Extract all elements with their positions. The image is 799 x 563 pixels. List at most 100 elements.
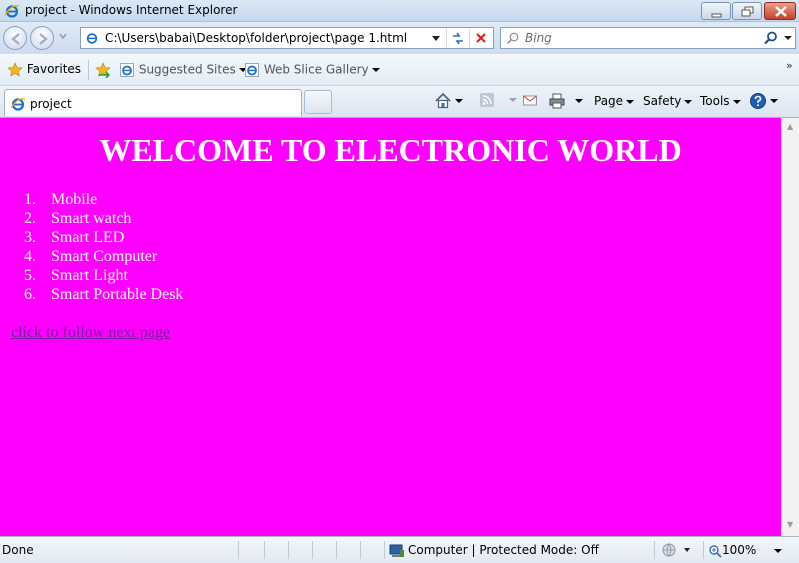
- navigation-bar: C:\Users\babai\Desktop\folder\project\pa…: [0, 22, 799, 54]
- tab-label: project: [30, 97, 72, 111]
- home-button[interactable]: [434, 92, 463, 112]
- list-item: 1. Mobile: [24, 190, 183, 209]
- list-item-number: 6.: [24, 286, 36, 303]
- list-item: 6. Smart Portable Desk: [24, 285, 183, 304]
- chevron-down-icon: [575, 99, 583, 103]
- security-zone[interactable]: Computer | Protected Mode: Off: [389, 543, 599, 558]
- chevron-down-icon: [684, 99, 693, 104]
- chevron-down-icon: [770, 99, 778, 103]
- protected-mode-button[interactable]: [660, 542, 694, 561]
- suggested-sites-label: Suggested Sites: [138, 62, 236, 77]
- suggested-sites-button[interactable]: Suggested Sites: [119, 62, 247, 78]
- printer-icon: [549, 93, 565, 109]
- status-divider: [703, 541, 704, 559]
- address-url[interactable]: C:\Users\babai\Desktop\folder\project\pa…: [105, 31, 407, 45]
- status-divider: [384, 541, 385, 559]
- list-item-label: Smart Portable Desk: [51, 286, 184, 303]
- zoom-level: 100%: [722, 543, 757, 557]
- minimize-icon: [711, 13, 722, 18]
- list-item-label: Smart LED: [51, 229, 125, 246]
- back-button[interactable]: [3, 26, 27, 50]
- back-arrow-icon: [11, 33, 20, 45]
- search-provider-icon: [507, 32, 519, 44]
- status-divider: [264, 541, 265, 559]
- list-item: 2. Smart watch: [24, 209, 183, 228]
- help-icon: [750, 93, 766, 109]
- globe-settings-icon: [662, 543, 690, 557]
- list-item: 4. Smart Computer: [24, 247, 183, 266]
- print-button[interactable]: [548, 92, 583, 112]
- tools-menu[interactable]: Tools: [700, 94, 741, 114]
- forward-arrow-icon: [39, 33, 48, 45]
- favorites-button[interactable]: Favorites: [7, 62, 81, 77]
- product-list: 1. Mobile 2. Smart watch 3. Smart LED 4. Sma…: [24, 190, 183, 304]
- safety-menu-label: Safety: [643, 94, 682, 108]
- security-zone-label: Computer | Protected Mode: Off: [408, 543, 599, 557]
- tab-project[interactable]: project: [4, 89, 302, 116]
- list-item-label: Smart Light: [51, 267, 128, 284]
- vertical-scrollbar[interactable]: ▲ ▼: [781, 118, 799, 536]
- search-input[interactable]: Bing: [500, 27, 796, 49]
- add-favorite-icon: [95, 62, 111, 78]
- search-options-dropdown-icon[interactable]: [783, 33, 793, 43]
- new-tab-button[interactable]: [304, 90, 332, 114]
- address-dropdown-icon[interactable]: [430, 32, 442, 44]
- favorites-label: Favorites: [26, 62, 82, 76]
- chevron-down-icon: [371, 68, 380, 72]
- list-item-number: 5.: [24, 267, 36, 284]
- zoom-control[interactable]: 100%: [708, 543, 783, 558]
- status-divider: [288, 541, 289, 559]
- minimize-button[interactable]: [701, 2, 731, 20]
- list-item: 5. Smart Light: [24, 266, 183, 285]
- more-chevron-icon[interactable]: »: [786, 59, 793, 72]
- rss-feed-icon: [480, 93, 494, 107]
- feeds-button[interactable]: [479, 92, 517, 112]
- page-icon: [86, 33, 98, 44]
- page-menu-label: Page: [594, 94, 624, 108]
- status-divider: [360, 541, 361, 559]
- safety-menu[interactable]: Safety: [643, 94, 693, 114]
- close-window-button[interactable]: [764, 2, 796, 20]
- refresh-button[interactable]: [446, 29, 468, 48]
- forward-button[interactable]: [30, 26, 54, 50]
- search-placeholder: Bing: [525, 31, 552, 45]
- status-divider: [654, 541, 655, 559]
- tab-and-command-bar: project Page Safety Tools: [0, 86, 799, 118]
- read-mail-button[interactable]: [522, 92, 538, 112]
- list-item-label: Mobile: [51, 191, 98, 208]
- next-page-link[interactable]: click to follow next page: [11, 324, 170, 342]
- tools-menu-label: Tools: [700, 94, 730, 108]
- list-item-number: 3.: [24, 229, 36, 246]
- status-divider: [312, 541, 313, 559]
- list-item-label: Smart Computer: [51, 248, 158, 265]
- favorites-divider: [88, 60, 89, 80]
- status-divider: [336, 541, 337, 559]
- list-item-number: 2.: [24, 210, 36, 227]
- recent-pages-dropdown-icon[interactable]: [58, 31, 68, 41]
- close-icon: [775, 6, 787, 17]
- ie-page-icon: [10, 98, 26, 111]
- stop-icon: [476, 33, 486, 43]
- list-item-number: 1.: [24, 191, 36, 208]
- maximize-button[interactable]: [732, 2, 762, 20]
- favorites-star-icon: [7, 62, 23, 77]
- chevron-down-icon: [732, 99, 741, 104]
- search-icon[interactable]: [763, 30, 779, 46]
- stop-button[interactable]: [469, 29, 491, 48]
- page-content: WELCOME TO ELECTRONIC WORLD 1. Mobile 2. S…: [0, 118, 781, 536]
- page-menu[interactable]: Page: [594, 94, 635, 114]
- chevron-down-icon: [509, 98, 517, 102]
- web-slice-gallery-button[interactable]: Web Slice Gallery: [244, 62, 380, 78]
- status-divider: [238, 541, 239, 559]
- list-item-label: Smart watch: [51, 210, 132, 227]
- refresh-icon: [453, 32, 463, 45]
- scroll-down-arrow-icon[interactable]: ▼: [787, 520, 793, 529]
- list-item-number: 4.: [24, 248, 36, 265]
- page-heading: WELCOME TO ELECTRONIC WORLD: [99, 132, 682, 168]
- help-button[interactable]: [749, 92, 778, 112]
- add-to-favorites-bar-button[interactable]: [95, 62, 113, 78]
- web-slice-gallery-icon: [245, 63, 259, 77]
- scroll-up-arrow-icon[interactable]: ▲: [787, 122, 793, 131]
- address-bar[interactable]: C:\Users\babai\Desktop\folder\project\pa…: [80, 27, 494, 49]
- mail-icon: [523, 95, 537, 106]
